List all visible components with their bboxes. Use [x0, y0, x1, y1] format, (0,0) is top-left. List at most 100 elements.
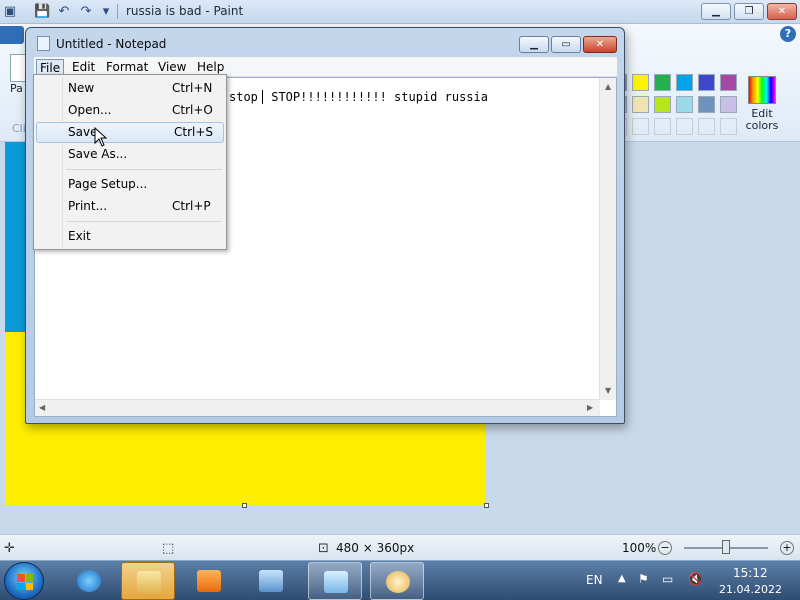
language-indicator[interactable]: EN	[586, 573, 603, 587]
zoom-in-button[interactable]: +	[780, 541, 794, 555]
paint-window-title: russia is bad - Paint	[126, 4, 244, 18]
notepad-text-after-caret: STOP!!!!!!!!!!!! stupid russia	[264, 90, 488, 104]
color-swatch[interactable]	[632, 74, 649, 91]
paint-file-tab[interactable]	[0, 26, 24, 44]
file-menu-save-shortcut: Ctrl+S	[174, 125, 214, 139]
file-menu-exit-label: Exit	[68, 229, 91, 243]
image-size-icon: ⊡	[318, 541, 329, 556]
file-menu-open[interactable]: Open... Ctrl+O	[36, 100, 224, 121]
windows-logo-icon	[17, 574, 33, 590]
color-swatch[interactable]	[676, 96, 693, 113]
volume-muted-icon[interactable]: 🔇	[688, 572, 703, 586]
file-menu-save-as-label: Save As...	[68, 147, 128, 161]
notepad-close-button[interactable]: ✕	[583, 36, 617, 53]
folder-icon	[137, 571, 161, 593]
paint-app-icon[interactable]: ▣	[2, 4, 18, 20]
scroll-right-icon[interactable]: ▶	[587, 403, 593, 412]
file-menu-print-label: Print...	[68, 199, 108, 213]
show-hidden-icons[interactable]: ▲	[618, 573, 626, 584]
color-swatch[interactable]	[632, 118, 649, 135]
edit-colors-label: Edit colors	[745, 107, 779, 132]
taskbar-media-player[interactable]	[182, 562, 236, 600]
paint-minimize-button[interactable]: ▁	[701, 3, 731, 20]
file-menu-print[interactable]: Print... Ctrl+P	[36, 196, 224, 217]
color-swatch[interactable]	[720, 118, 737, 135]
notepad-text-before-caret: stop	[229, 90, 258, 104]
file-menu-new[interactable]: New Ctrl+N	[36, 78, 224, 99]
zoom-level: 100%	[622, 541, 657, 555]
title-separator	[117, 4, 118, 19]
taskbar-control-panel[interactable]	[244, 562, 298, 600]
paint-title-bar: ▣ 💾 ↶ ↷ ▾ russia is bad - Paint ▁ ❐ ✕	[0, 0, 800, 24]
taskbar: EN ▲ ⚑ ▭ 🔇 15:12 21.04.2022	[0, 560, 800, 600]
vertical-scrollbar[interactable]: ▲ ▼	[599, 78, 616, 400]
notepad-icon	[324, 571, 348, 593]
paint-status-bar: ✛ ⬚ ⊡ 480 × 360px 100% − +	[0, 534, 800, 560]
color-swatch[interactable]	[654, 96, 671, 113]
edit-colors-icon	[748, 76, 776, 104]
action-center-flag-icon[interactable]: ⚑	[638, 572, 649, 586]
clock-date[interactable]: 21.04.2022	[719, 583, 782, 596]
notepad-title: Untitled - Notepad	[56, 37, 167, 51]
edit-colors-button[interactable]: Edit colors	[744, 76, 780, 132]
color-swatch[interactable]	[676, 118, 693, 135]
start-button[interactable]	[4, 562, 44, 600]
resize-handle-bottom[interactable]	[242, 503, 247, 508]
file-menu-save-as[interactable]: Save As...	[36, 144, 224, 165]
color-swatch[interactable]	[720, 96, 737, 113]
clock-time[interactable]: 15:12	[733, 566, 768, 580]
customize-quick-access-icon[interactable]: ▾	[98, 4, 114, 20]
redo-icon[interactable]: ↷	[78, 4, 94, 20]
help-icon[interactable]: ?	[780, 26, 796, 42]
menu-separator	[66, 221, 222, 222]
file-menu-save[interactable]: Save Ctrl+S	[36, 122, 224, 143]
resize-handle-corner[interactable]	[484, 503, 489, 508]
color-swatch[interactable]	[698, 74, 715, 91]
notepad-app-icon[interactable]	[37, 36, 50, 51]
file-menu-new-shortcut: Ctrl+N	[172, 81, 213, 95]
file-menu-open-shortcut: Ctrl+O	[172, 103, 213, 117]
scroll-left-icon[interactable]: ◀	[39, 403, 45, 412]
file-menu-page-setup-label: Page Setup...	[68, 177, 148, 191]
color-swatch[interactable]	[632, 96, 649, 113]
media-player-icon	[197, 570, 221, 592]
paste-label: Pa	[10, 82, 23, 95]
selection-size-icon: ⬚	[162, 541, 175, 556]
color-swatch[interactable]	[698, 96, 715, 113]
file-menu-dropdown: New Ctrl+N Open... Ctrl+O Save Ctrl+S Sa…	[33, 74, 227, 250]
undo-icon[interactable]: ↶	[56, 4, 72, 20]
notepad-minimize-button[interactable]: ▁	[519, 36, 549, 53]
image-size-readout: 480 × 360px	[336, 541, 415, 555]
horizontal-scrollbar[interactable]: ◀ ▶	[35, 399, 600, 416]
zoom-slider-thumb[interactable]	[722, 540, 730, 554]
notepad-maximize-button[interactable]: ▭	[551, 36, 581, 53]
clipboard-group-label: Cli	[12, 122, 26, 135]
file-menu-exit[interactable]: Exit	[36, 226, 224, 247]
paste-icon	[10, 54, 26, 82]
color-swatch[interactable]	[654, 74, 671, 91]
mouse-pointer-icon	[94, 127, 108, 147]
color-swatch[interactable]	[654, 118, 671, 135]
menu-separator	[66, 169, 222, 170]
internet-explorer-icon	[77, 570, 101, 592]
scroll-down-icon[interactable]: ▼	[605, 386, 611, 395]
color-swatch[interactable]	[698, 118, 715, 135]
paint-maximize-button[interactable]: ❐	[734, 3, 764, 20]
taskbar-windows-explorer[interactable]	[121, 562, 175, 600]
file-menu-print-shortcut: Ctrl+P	[172, 199, 211, 213]
file-menu-new-label: New	[68, 81, 95, 95]
taskbar-internet-explorer[interactable]	[62, 562, 116, 600]
color-swatch[interactable]	[676, 74, 693, 91]
control-panel-icon	[259, 570, 283, 592]
zoom-out-button[interactable]: −	[658, 541, 672, 555]
paint-close-button[interactable]: ✕	[767, 3, 797, 20]
taskbar-notepad[interactable]	[308, 562, 362, 600]
file-menu-page-setup[interactable]: Page Setup...	[36, 174, 224, 195]
network-icon[interactable]: ▭	[662, 572, 673, 586]
taskbar-paint[interactable]	[370, 562, 424, 600]
cursor-position-icon: ✛	[4, 541, 15, 556]
save-icon[interactable]: 💾	[34, 4, 50, 20]
color-swatch[interactable]	[720, 74, 737, 91]
scroll-up-icon[interactable]: ▲	[605, 82, 611, 91]
file-menu-open-label: Open...	[68, 103, 112, 117]
